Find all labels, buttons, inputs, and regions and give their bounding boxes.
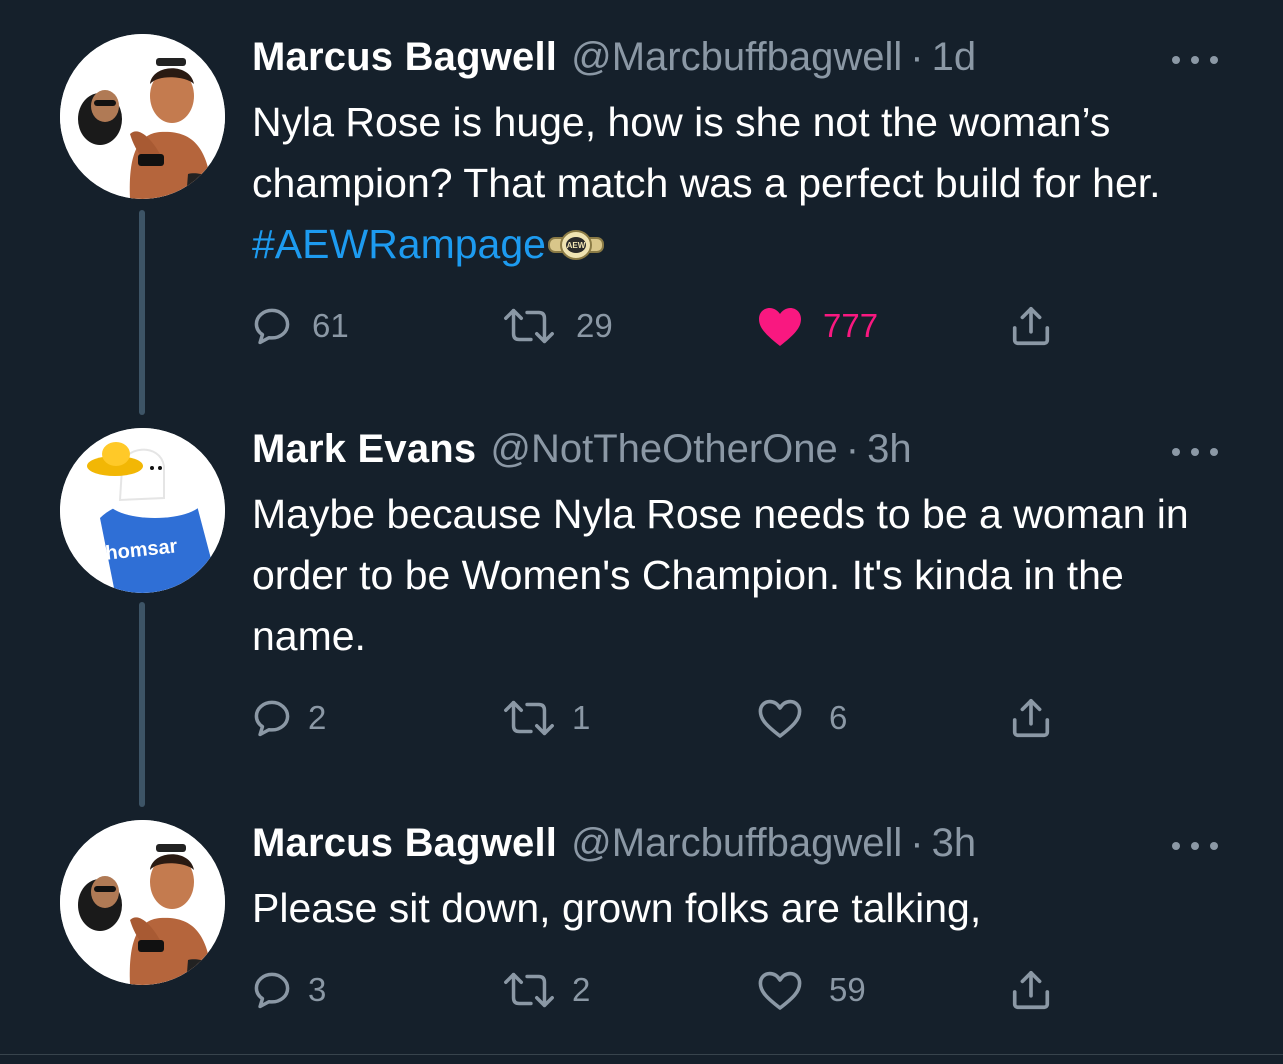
tweet[interactable]: Marcus Bagwell @Marcbuffbagwell · 3h Ple…: [0, 820, 1283, 1040]
more-options-icon[interactable]: [1170, 440, 1220, 464]
reply-count: 3: [308, 971, 327, 1008]
retweet-count: 2: [572, 971, 591, 1008]
like-count: 6: [829, 699, 848, 736]
reply-count: 2: [308, 699, 327, 736]
like-button[interactable]: 6: [755, 688, 847, 748]
retweet-button[interactable]: 1: [500, 688, 590, 748]
reply-icon: [254, 972, 290, 1009]
like-count: 777: [823, 307, 879, 344]
retweet-count: 29: [576, 307, 613, 344]
like-button[interactable]: 777: [755, 296, 878, 356]
tweet-header: Mark Evans @NotTheOtherOne · 3h: [252, 424, 912, 474]
separator-dot: ·: [845, 427, 860, 471]
tweet-actions: 2 1 6: [0, 688, 1283, 748]
avatar[interactable]: homsar: [60, 428, 225, 593]
like-count: 59: [829, 971, 866, 1008]
like-button[interactable]: 59: [755, 960, 866, 1020]
display-name[interactable]: Marcus Bagwell: [252, 32, 557, 82]
svg-text:AEW: AEW: [567, 241, 586, 250]
retweet-icon: [504, 700, 554, 736]
share-button[interactable]: [1008, 296, 1054, 356]
avatar[interactable]: [60, 34, 225, 199]
tweet-text: Nyla Rose is huge, how is she not the wo…: [252, 92, 1232, 279]
retweet-icon: [504, 308, 554, 344]
tweet-text-plain: Maybe because Nyla Rose needs to be a wo…: [252, 491, 1189, 659]
tweet-text-plain: Nyla Rose is huge, how is she not the wo…: [252, 99, 1161, 206]
display-name[interactable]: Marcus Bagwell: [252, 818, 557, 868]
heart-filled-icon: [759, 308, 801, 346]
championship-belt-emoji: AEW: [547, 218, 604, 279]
display-name[interactable]: Mark Evans: [252, 424, 476, 474]
share-icon: [1012, 306, 1050, 346]
retweet-button[interactable]: 29: [500, 296, 613, 356]
tweet-header: Marcus Bagwell @Marcbuffbagwell · 3h: [252, 818, 976, 868]
tweet-header: Marcus Bagwell @Marcbuffbagwell · 1d: [252, 32, 976, 82]
tweet[interactable]: homsar Mark Evans @NotTheOtherOne · 3h M…: [0, 427, 1283, 788]
more-options-icon[interactable]: [1170, 48, 1220, 72]
reply-icon: [254, 700, 290, 737]
reply-count: 61: [312, 307, 349, 344]
share-icon: [1012, 698, 1050, 738]
separator-dot: ·: [910, 821, 924, 865]
heart-outline-icon: [758, 971, 802, 1010]
retweet-count: 1: [572, 699, 591, 736]
retweet-button[interactable]: 2: [500, 960, 590, 1020]
tweet[interactable]: Marcus Bagwell @Marcbuffbagwell · 1d Nyl…: [0, 34, 1283, 394]
tweet-actions: 3 2 59: [0, 960, 1283, 1020]
homsar-avatar-image: homsar: [60, 428, 225, 593]
wrestler-avatar-image: [60, 34, 225, 199]
timestamp[interactable]: 1d: [932, 32, 977, 82]
share-button[interactable]: [1008, 688, 1054, 748]
user-handle[interactable]: @NotTheOtherOne: [490, 424, 837, 474]
share-button[interactable]: [1008, 960, 1054, 1020]
tweet-text: Please sit down, grown folks are talking…: [252, 878, 1232, 939]
separator-dot: ·: [910, 35, 924, 79]
share-icon: [1012, 970, 1050, 1010]
reply-button[interactable]: 61: [250, 296, 349, 356]
timestamp[interactable]: 3h: [932, 818, 977, 868]
reply-button[interactable]: 3: [250, 960, 326, 1020]
tweet-text-plain: Please sit down, grown folks are talking…: [252, 885, 982, 931]
hashtag-link[interactable]: #AEWRampage: [252, 221, 546, 267]
heart-outline-icon: [758, 699, 802, 738]
tweet-text: Maybe because Nyla Rose needs to be a wo…: [252, 484, 1232, 667]
timestamp[interactable]: 3h: [867, 424, 912, 474]
retweet-icon: [504, 972, 554, 1008]
user-handle[interactable]: @Marcbuffbagwell: [571, 818, 902, 868]
user-handle[interactable]: @Marcbuffbagwell: [571, 32, 902, 82]
thread: Marcus Bagwell @Marcbuffbagwell · 1d Nyl…: [0, 0, 1283, 1064]
reply-button[interactable]: 2: [250, 688, 326, 748]
bottom-divider: [0, 1054, 1283, 1055]
more-options-icon[interactable]: [1170, 834, 1220, 858]
reply-icon: [254, 308, 290, 345]
tweet-actions: 61 29 777: [0, 296, 1283, 356]
